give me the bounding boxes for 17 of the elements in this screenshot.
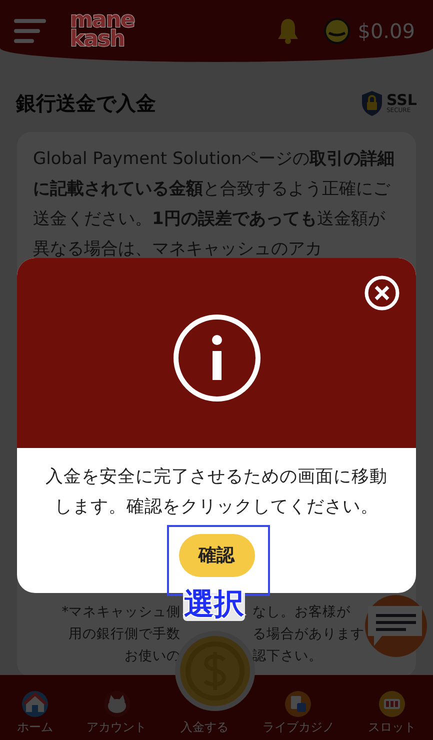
info-icon: [172, 313, 262, 403]
balance-amount: $0.09: [358, 18, 415, 45]
note-text: 認下さい。: [252, 647, 322, 666]
nav-item[interactable]: ライブカジノ: [262, 718, 334, 736]
nav-item[interactable]: 入金する: [180, 718, 228, 736]
confirm-button[interactable]: 確認: [178, 534, 254, 577]
page-title: 銀行送金で入金: [16, 90, 156, 117]
annotation-label: 選択: [183, 588, 245, 621]
note-text: る場合があります: [252, 625, 364, 644]
notice-text: Global Payment Solutionページの取引の詳細に記載されている金額と合致するよう正確にご送金ください。1円の誤差であっても送金額が異なる場合は、マネキャッシュのアカ: [33, 148, 396, 261]
dialog-message: 入金を安全に完了させるための画面に移動します。確認をクリックしてください。: [44, 466, 388, 519]
note-text: 用の銀行側で手数: [68, 625, 180, 644]
note-text: なし。お客様が: [252, 603, 350, 622]
close-icon[interactable]: [364, 275, 400, 311]
nav-item[interactable]: アカウント: [86, 718, 147, 736]
note-text: *マネキャッシュ側: [62, 603, 180, 622]
logo[interactable]: mane kash: [70, 12, 134, 50]
